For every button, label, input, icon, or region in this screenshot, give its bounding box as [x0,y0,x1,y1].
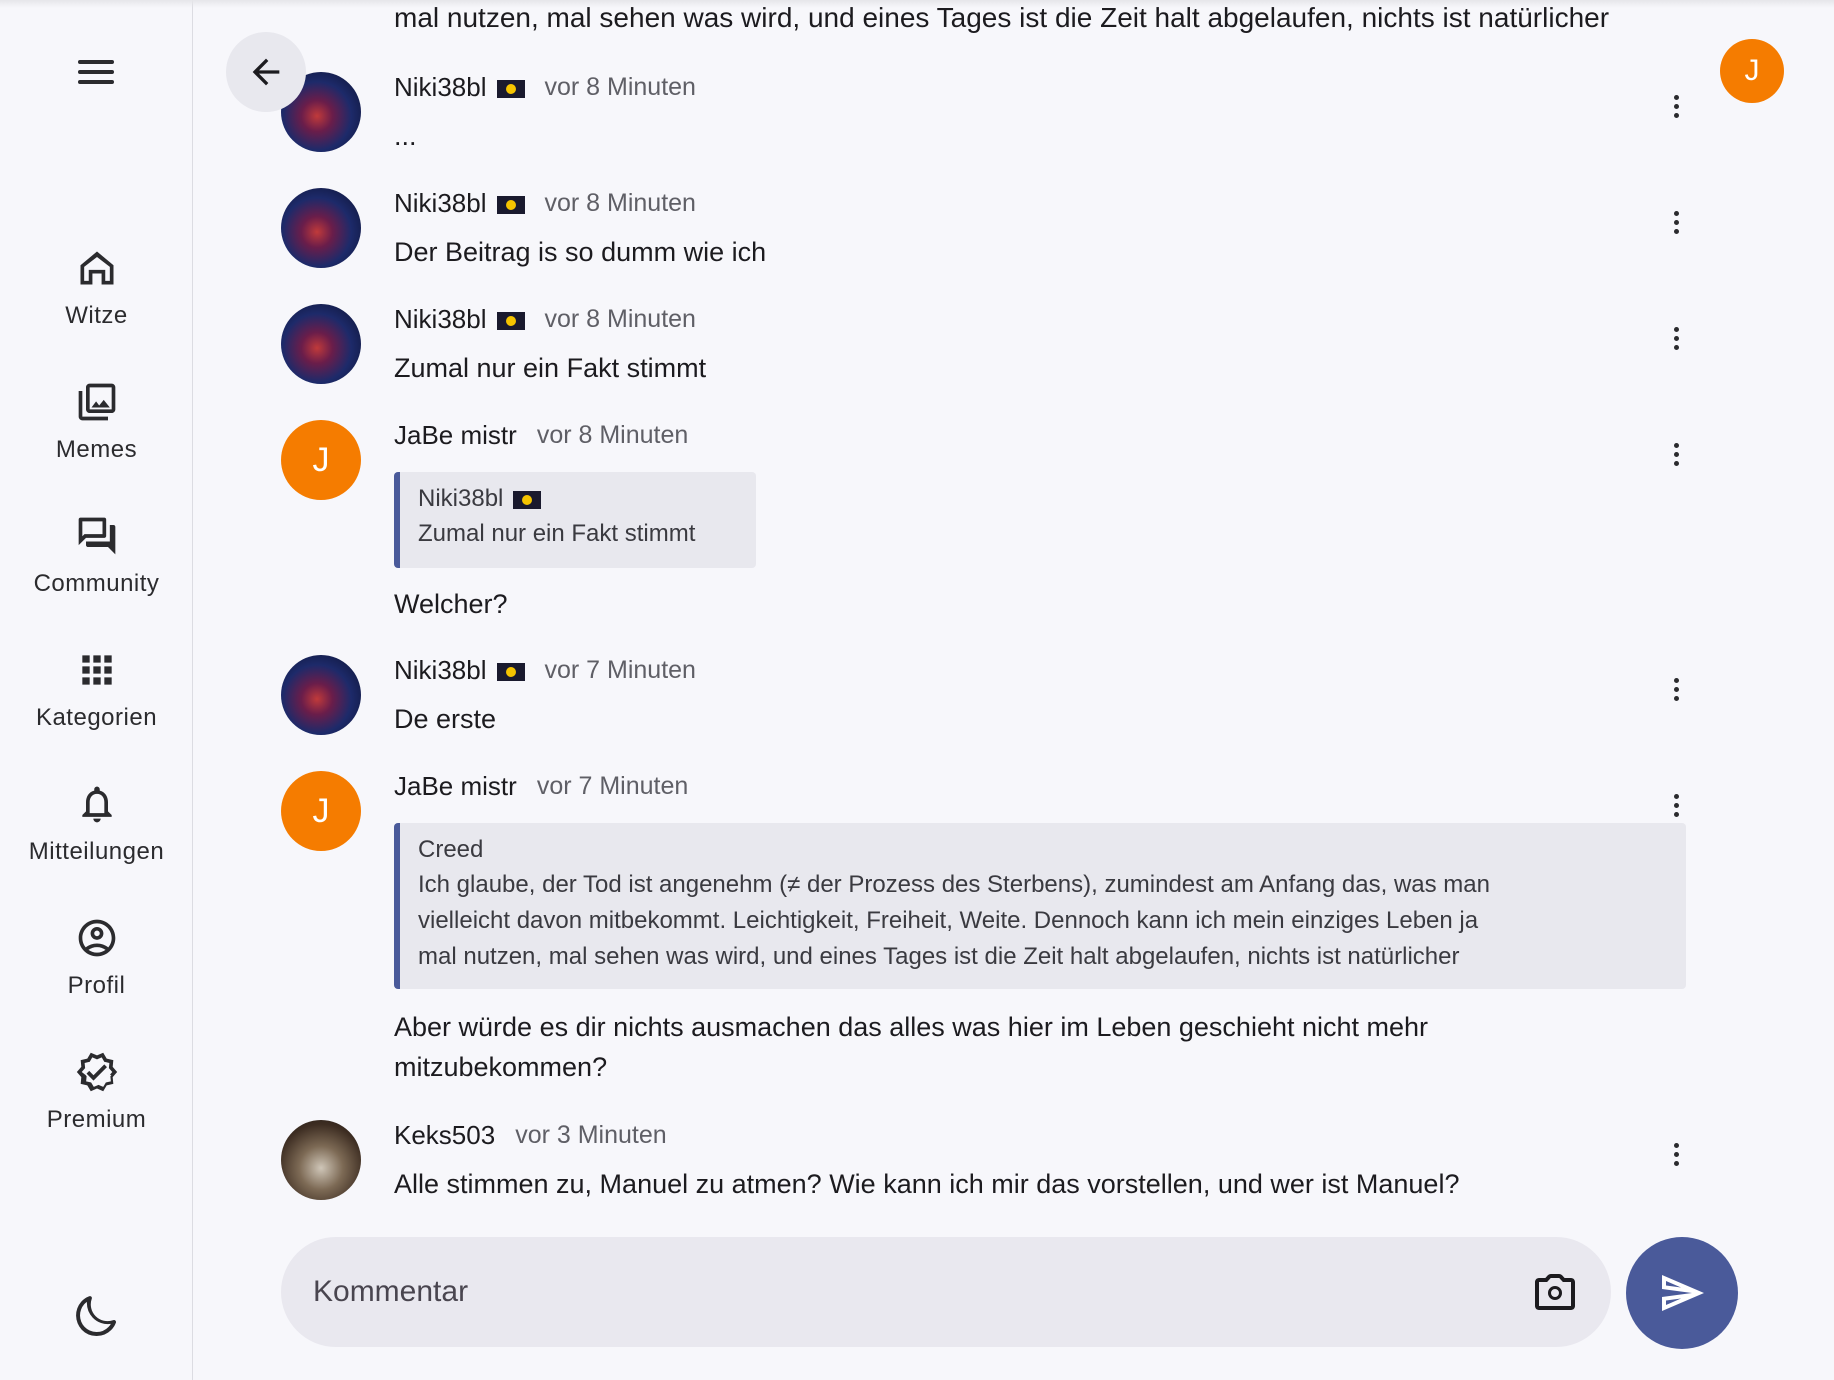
comment-text: Alle stimmen zu, Manuel zu atmen? Wie ka… [394,1169,1460,1199]
forum-icon [73,512,121,560]
quoted-text-line: vielleicht davon mitbekommt. Leichtigkei… [418,907,1479,934]
back-button[interactable] [226,32,306,112]
more-vert-icon[interactable] [1656,86,1696,126]
sidebar-item-witze[interactable]: Witze [0,244,193,374]
comment-item: Niki38bl vor 7 Minuten De erste [281,655,1721,745]
comment-thread: mal nutzen, mal sehen was wird, und eine… [194,0,1834,1380]
more-vert-icon[interactable] [1656,1134,1696,1174]
comment-text: Aber würde es dir nichts ausmachen das a… [394,1007,1644,1087]
comment-text: De erste [394,704,497,734]
bell-icon [73,780,121,828]
comment-input[interactable] [313,1275,1531,1309]
comment-time: vor 7 Minuten [536,772,689,800]
image-gallery-icon [73,378,121,426]
more-vert-icon[interactable] [1656,785,1696,825]
quoted-comment[interactable]: Creed Ich glaube, der Tod ist angenehm (… [394,823,1686,989]
flag-icon [513,490,542,509]
menu-icon[interactable] [72,52,120,92]
quoted-author: Niki38bl [418,485,504,512]
sidebar-item-label: Memes [55,436,138,463]
flag-icon [496,312,525,331]
quoted-comment[interactable]: Niki38bl Zumal nur ein Fakt stimmt [394,472,756,568]
sidebar-item-label: Kategorien [35,704,158,731]
sidebar-item-kategorien[interactable]: Kategorien [0,646,193,776]
arrow-back-icon [252,58,280,86]
more-vert-icon[interactable] [1656,669,1696,709]
comment-author[interactable]: Keks503 [394,1120,495,1151]
comment-text-line: mitzubekommen? [394,1052,608,1082]
sidebar-item-label: Mitteilungen [28,838,165,865]
comment-author[interactable]: Niki38bl [394,655,525,686]
comment-text-line: Aber würde es dir nichts ausmachen das a… [394,1012,1429,1042]
comment-time: vor 8 Minuten [536,421,689,449]
account-circle-icon [73,914,121,962]
comment-item: Niki38bl vor 8 Minuten ... [281,72,1721,162]
avatar[interactable]: J [281,420,361,500]
comment-item: J JaBe mistr vor 8 Minuten Niki38bl Zuma… [281,420,1721,630]
verified-badge-icon [73,1048,121,1096]
sidebar-item-memes[interactable]: Memes [0,378,193,508]
comment-text: Der Beitrag is so dumm wie ich [394,237,767,267]
comment-author[interactable]: Niki38bl [394,72,525,103]
quoted-author: Creed [418,836,484,863]
comment-time: vor 7 Minuten [544,656,696,684]
flag-icon [496,196,525,215]
avatar[interactable] [281,655,361,735]
flag-icon [496,663,525,682]
home-icon [73,244,121,292]
avatar[interactable] [281,1120,361,1200]
comment-text: Zumal nur ein Fakt stimmt [394,353,707,383]
more-vert-icon[interactable] [1656,202,1696,242]
comment-author[interactable]: Niki38bl [394,188,525,219]
comment-item: J JaBe mistr vor 7 Minuten Creed Ich gla… [281,771,1721,1091]
moon-icon [76,1296,117,1337]
grid-icon [73,646,121,694]
sidebar: Witze Memes Community Kategorien Mitteil… [0,0,193,1380]
sidebar-item-profil[interactable]: Profil [0,914,193,1044]
camera-icon[interactable] [1531,1268,1579,1316]
avatar[interactable]: J [281,771,361,851]
more-vert-icon[interactable] [1656,434,1696,474]
comment-author[interactable]: Niki38bl [394,304,525,335]
comment-item: Keks503 vor 3 Minuten Alle stimmen zu, M… [281,1120,1721,1210]
comment-author[interactable]: JaBe mistr [394,771,517,802]
sidebar-item-community[interactable]: Community [0,512,193,642]
avatar[interactable] [281,188,361,268]
sidebar-item-premium[interactable]: Premium [0,1048,193,1178]
sidebar-item-label: Community [33,570,160,597]
comment-text: Welcher? [394,589,508,619]
comment-composer [281,1237,1611,1347]
comment-time: vor 3 Minuten [515,1121,667,1149]
send-button[interactable] [1626,1237,1738,1349]
dark-mode-toggle[interactable] [72,1292,120,1340]
avatar[interactable] [281,304,361,384]
more-vert-icon[interactable] [1656,318,1696,358]
flag-icon [496,80,525,99]
quoted-text-line: Ich glaube, der Tod ist angenehm (≠ der … [418,871,1490,898]
sidebar-item-label: Premium [46,1106,147,1133]
sidebar-item-mitteilungen[interactable]: Mitteilungen [0,780,193,910]
comment-item: Niki38bl vor 8 Minuten Zumal nur ein Fak… [281,304,1721,394]
comment-time: vor 8 Minuten [544,305,696,333]
top-shadow [0,0,1834,8]
comment-text: ... [394,121,417,151]
sidebar-item-label: Profil [67,972,126,999]
quoted-text: Zumal nur ein Fakt stimmt [418,520,696,547]
send-icon [1662,1275,1704,1311]
comment-time: vor 8 Minuten [544,189,696,217]
sidebar-item-label: Witze [65,302,128,329]
quoted-text-line: mal nutzen, mal sehen was wird, und eine… [418,943,1460,970]
comment-item: Niki38bl vor 8 Minuten Der Beitrag is so… [281,188,1721,278]
user-avatar[interactable]: J [1720,39,1784,103]
comment-time: vor 8 Minuten [544,73,696,101]
comment-author[interactable]: JaBe mistr [394,420,517,451]
